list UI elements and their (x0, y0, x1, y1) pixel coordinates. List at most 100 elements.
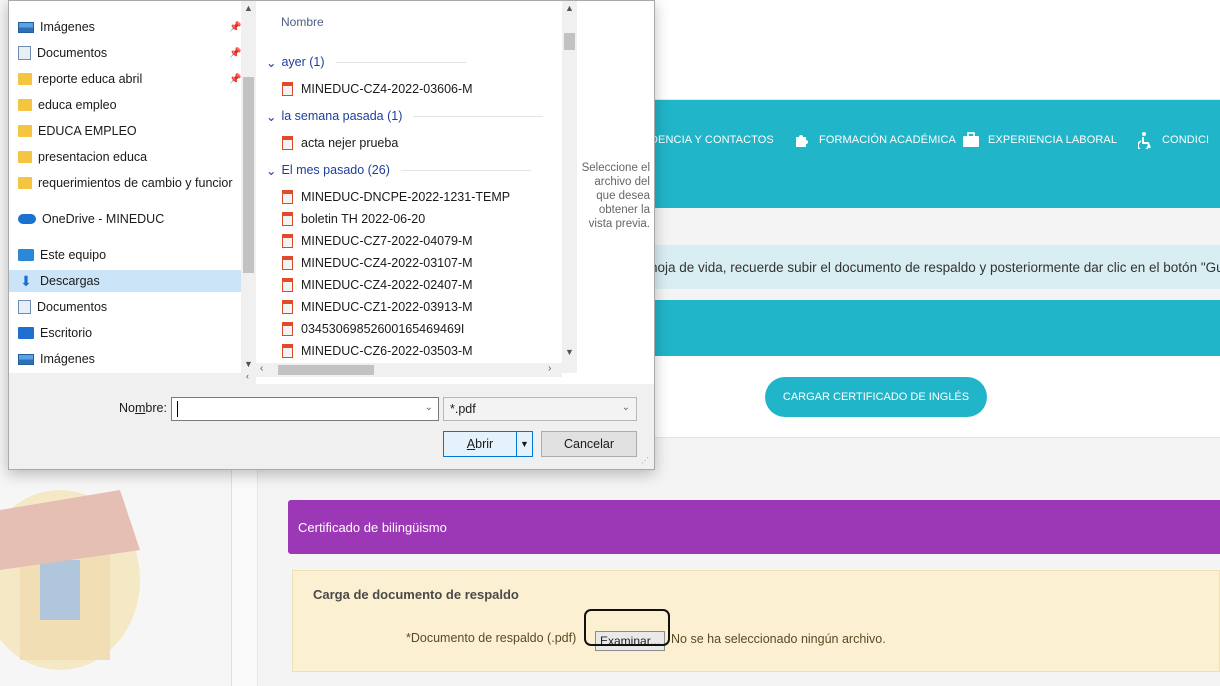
nav-pane-item-selected[interactable]: ⬇ Descargas (9, 270, 241, 292)
scroll-thumb[interactable] (564, 33, 575, 50)
file-group-header[interactable]: ⌄ El mes pasado (26) (266, 160, 531, 180)
filename-input[interactable]: ⌄ (171, 397, 439, 421)
scroll-right-icon[interactable]: › (548, 363, 551, 374)
file-row[interactable]: MINEDUC-CZ4-2022-03606-M (282, 78, 473, 100)
file-row[interactable]: MINEDUC-CZ4-2022-02407-M (282, 274, 473, 296)
pdf-file-icon (282, 212, 293, 226)
nav-pane-item[interactable]: educa empleo (9, 94, 241, 116)
nav-pane-item[interactable]: Este equipo (9, 244, 241, 266)
chevron-down-icon[interactable]: ⌄ (425, 402, 433, 413)
pin-icon: 📌 (229, 21, 241, 33)
file-row[interactable]: boletin TH 2022-06-20 (282, 208, 425, 230)
upload-panel: Carga de documento de respaldo *Document… (292, 570, 1220, 672)
group-divider (335, 61, 466, 63)
scroll-left-icon[interactable]: ‹ (246, 371, 249, 381)
group-divider (413, 115, 544, 117)
nav-pane-item-label: Escritorio (40, 326, 93, 340)
cancel-button[interactable]: Cancelar (541, 431, 637, 457)
open-button[interactable]: Abrir ▼ (443, 431, 533, 457)
column-header-name[interactable]: Nombre (256, 15, 556, 29)
file-row[interactable]: acta nejer prueba (282, 132, 398, 154)
pdf-file-icon (282, 190, 293, 204)
scroll-down-icon[interactable]: ▼ (241, 359, 256, 369)
info-banner: hoja de vida, recuerde subir el document… (640, 245, 1220, 289)
pin-icon: 📌 (229, 47, 241, 59)
pdf-file-icon (282, 278, 293, 292)
folder-icon (18, 177, 32, 189)
nav-pane-item[interactable]: Documentos (9, 296, 241, 318)
nav-pane-item-label: Este equipo (40, 248, 107, 262)
scroll-thumb[interactable] (243, 77, 254, 273)
nav-item-label: DENCIA Y CONTACTOS (650, 134, 774, 146)
chevron-down-icon: ⌄ (266, 55, 277, 70)
nav-item-label: FORMACIÓN ACADÉMICA (819, 134, 956, 146)
nav-pane-item[interactable]: Escritorio (9, 322, 241, 344)
pdf-file-icon (282, 344, 293, 358)
scroll-thumb[interactable] (278, 365, 374, 375)
file-row[interactable]: MINEDUC-DNCPE-2022-1231-TEMP (282, 186, 510, 208)
file-row[interactable]: MINEDUC-CZ4-2022-03107-M (282, 252, 473, 274)
scroll-up-icon[interactable]: ▲ (562, 3, 577, 13)
pictures-icon (18, 21, 34, 33)
upload-english-certificate-button[interactable]: CARGAR CERTIFICADO DE INGLÉS (765, 377, 987, 417)
scroll-up-icon[interactable]: ▲ (241, 3, 256, 13)
file-row[interactable]: MINEDUC-CZ1-2022-03913-M (282, 296, 473, 318)
pdf-file-icon (282, 256, 293, 270)
file-row[interactable]: 03453069852600165469469I (282, 318, 464, 340)
file-name: MINEDUC-CZ4-2022-03107-M (301, 256, 473, 270)
file-name: MINEDUC-DNCPE-2022-1231-TEMP (301, 190, 511, 204)
chevron-down-icon: ⌄ (266, 109, 277, 124)
nav-item-formacion[interactable]: FORMACIÓN ACADÉMICA (793, 130, 956, 150)
upload-field-label: *Documento de respaldo (.pdf) (406, 631, 577, 645)
nav-item-label: CONDICI (1162, 134, 1210, 146)
resize-grip-icon[interactable]: ⋰ (641, 456, 649, 465)
file-group-label: la semana pasada (1) (281, 109, 403, 123)
chevron-down-icon: ⌄ (621, 402, 630, 413)
nav-pane-item-label: presentacion educa (38, 150, 148, 164)
documents-icon (18, 46, 31, 60)
file-name: MINEDUC-CZ7-2022-04079-M (301, 234, 473, 248)
nav-item-label: EXPERIENCIA LABORAL (988, 134, 1118, 146)
file-type-value: *.pdf (450, 402, 476, 416)
nav-pane-item[interactable]: presentacion educa (9, 146, 241, 168)
file-row[interactable]: MINEDUC-CZ7-2022-04079-M (282, 230, 473, 252)
file-open-dialog: Imágenes 📌 Documentos 📌 reporte educa ab… (8, 0, 655, 470)
onedrive-icon (18, 214, 36, 224)
dialog-footer: Nombre: ⌄ *.pdf ⌄ Abrir ▼ Cancelar ⋰ (9, 384, 654, 469)
file-group-header[interactable]: ⌄ la semana pasada (1) (266, 106, 544, 126)
open-button-label: Abrir (466, 437, 494, 451)
nav-pane-item[interactable]: Imágenes 📌 (9, 16, 241, 38)
file-list-scrollbar[interactable]: ▲ ▼ (562, 1, 577, 373)
open-options-dropdown[interactable]: ▼ (516, 432, 532, 456)
file-name: MINEDUC-CZ4-2022-02407-M (301, 278, 473, 292)
computer-icon (18, 249, 34, 261)
pdf-file-icon (282, 234, 293, 248)
nav-item-residencia[interactable]: DENCIA Y CONTACTOS (650, 130, 774, 150)
text-caret (177, 401, 178, 417)
no-file-text: No se ha seleccionado ningún archivo. (671, 632, 886, 646)
nav-pane-item-label: Descargas (40, 274, 100, 288)
pin-icon: 📌 (229, 73, 241, 85)
file-name: MINEDUC-CZ4-2022-03606-M (301, 82, 473, 96)
nav-pane-bottom: ‹ (9, 371, 256, 384)
nav-pane-item[interactable]: Imágenes (9, 348, 241, 370)
nav-pane-scrollbar[interactable]: ▲ ▼ (241, 1, 256, 373)
nav-pane-item-label: Imágenes (40, 20, 95, 34)
file-row[interactable]: MINEDUC-CZ6-2022-03503-M (282, 340, 473, 362)
nav-item-condicion[interactable]: CONDICI (1138, 130, 1209, 150)
file-group-header[interactable]: ⌄ ayer (1) (266, 52, 466, 72)
file-type-select[interactable]: *.pdf ⌄ (443, 397, 637, 421)
pictures-icon (18, 353, 34, 365)
nav-pane-item[interactable]: EDUCA EMPLEO (9, 120, 241, 142)
nav-pane-item[interactable]: Documentos 📌 (9, 42, 241, 64)
nav-pane-item[interactable]: OneDrive - MINEDUC (9, 208, 241, 230)
nav-pane-item-label: Imágenes (40, 352, 95, 366)
scroll-down-icon[interactable]: ▼ (562, 347, 577, 357)
nav-pane-item[interactable]: requerimientos de cambio y funcior (9, 172, 241, 194)
nav-pane-item[interactable]: reporte educa abril 📌 (9, 68, 241, 90)
file-list-hscrollbar[interactable]: ‹ › (256, 363, 562, 377)
pdf-file-icon (282, 322, 293, 336)
scroll-left-icon[interactable]: ‹ (260, 363, 263, 374)
pdf-file-icon (282, 136, 293, 150)
nav-item-experiencia[interactable]: EXPERIENCIA LABORAL (962, 130, 1117, 150)
